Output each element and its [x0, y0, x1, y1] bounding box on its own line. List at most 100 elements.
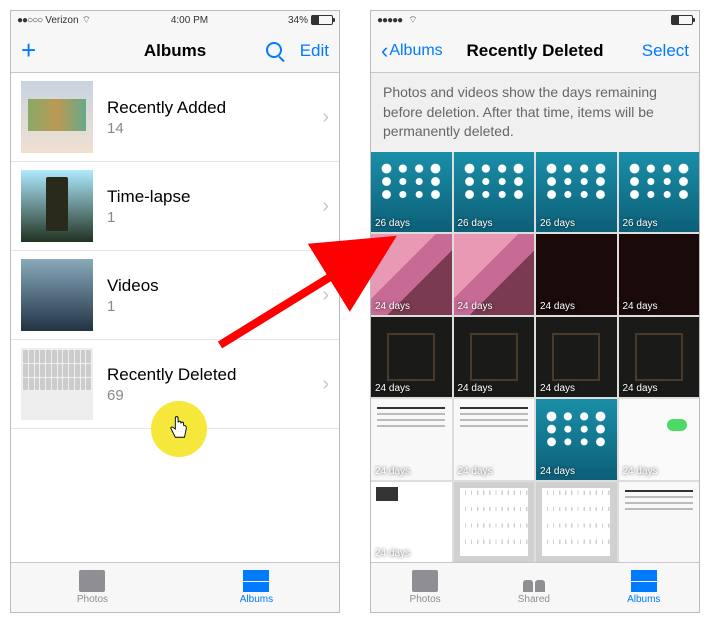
photo-cell[interactable] — [619, 482, 700, 563]
edit-button[interactable]: Edit — [300, 41, 329, 61]
chevron-right-icon: › — [322, 373, 329, 396]
tab-bar: Photos Albums — [11, 562, 339, 612]
photo-cell[interactable]: 24 days — [536, 399, 617, 480]
days-badge: 26 days — [540, 218, 575, 229]
signal-dots-icon: ●●●●● — [377, 15, 402, 26]
days-badge: 24 days — [623, 466, 658, 477]
wifi-icon: ⌔ — [408, 14, 417, 27]
tab-label: Albums — [240, 594, 273, 605]
album-count: 1 — [107, 298, 322, 315]
photo-cell[interactable]: 26 days — [619, 152, 700, 233]
tab-label: Shared — [518, 594, 550, 605]
photo-cell[interactable]: 26 days — [536, 152, 617, 233]
album-name: Time-lapse — [107, 187, 322, 207]
photo-cell[interactable]: 24 days — [536, 317, 617, 398]
tab-albums[interactable]: Albums — [627, 570, 660, 605]
album-thumbnail — [21, 170, 93, 242]
album-thumbnail — [21, 259, 93, 331]
days-badge: 24 days — [540, 383, 575, 394]
photo-cell[interactable]: 24 days — [371, 482, 452, 563]
album-name: Recently Added — [107, 98, 322, 118]
back-button[interactable]: ‹ Albums — [381, 40, 443, 62]
albums-icon — [631, 570, 657, 592]
tab-shared[interactable]: Shared — [518, 570, 550, 605]
album-list: Recently Added 14 › Time-lapse 1 › Video… — [11, 73, 339, 562]
status-bar: ●●○○○ Verizon ⌔ 4:00 PM 34% — [11, 11, 339, 29]
album-name: Videos — [107, 276, 322, 296]
photo-cell[interactable]: 24 days — [371, 234, 452, 315]
days-badge: 26 days — [375, 218, 410, 229]
days-badge: 24 days — [458, 301, 493, 312]
tab-albums[interactable]: Albums — [240, 570, 273, 605]
tab-photos[interactable]: Photos — [77, 570, 108, 605]
tab-label: Photos — [410, 594, 441, 605]
days-badge: 24 days — [458, 383, 493, 394]
photo-cell[interactable]: 24 days — [371, 399, 452, 480]
battery-percent: 34% — [288, 15, 308, 26]
photo-cell[interactable]: 24 days — [619, 399, 700, 480]
tab-label: Albums — [627, 594, 660, 605]
back-label: Albums — [389, 42, 442, 60]
shared-icon — [521, 570, 547, 592]
photo-grid: 26 days 26 days 26 days 26 days 24 days … — [371, 152, 699, 563]
album-thumbnail — [21, 348, 93, 420]
days-badge: 24 days — [540, 301, 575, 312]
tab-photos[interactable]: Photos — [410, 570, 441, 605]
nav-bar: ‹ Albums Recently Deleted Select — [371, 29, 699, 73]
photo-cell[interactable]: 24 days — [371, 317, 452, 398]
days-badge: 24 days — [375, 466, 410, 477]
photo-cell[interactable]: 24 days — [454, 234, 535, 315]
days-badge: 24 days — [375, 548, 410, 559]
days-badge: 24 days — [540, 466, 575, 477]
album-count: 1 — [107, 209, 322, 226]
album-count: 14 — [107, 120, 322, 137]
info-banner: Photos and videos show the days remainin… — [371, 73, 699, 152]
photos-icon — [79, 570, 105, 592]
carrier-label: Verizon — [45, 15, 78, 26]
photo-cell[interactable]: 24 days — [454, 317, 535, 398]
days-badge: 24 days — [375, 383, 410, 394]
album-thumbnail — [21, 81, 93, 153]
chevron-left-icon: ‹ — [381, 40, 388, 62]
photos-icon — [412, 570, 438, 592]
signal-dots-icon: ●●○○○ — [17, 15, 42, 26]
wifi-icon: ⌔ — [82, 14, 91, 27]
tab-bar: Photos Shared Albums — [371, 562, 699, 612]
days-badge: 24 days — [623, 383, 658, 394]
photo-cell[interactable]: 24 days — [619, 234, 700, 315]
tab-label: Photos — [77, 594, 108, 605]
search-icon[interactable] — [266, 42, 284, 60]
days-badge: 24 days — [375, 301, 410, 312]
nav-bar: + Albums Edit — [11, 29, 339, 73]
days-badge: 24 days — [623, 301, 658, 312]
photo-cell[interactable]: 24 days — [536, 234, 617, 315]
album-name: Recently Deleted — [107, 365, 322, 385]
photo-cell[interactable]: 26 days — [454, 152, 535, 233]
battery-icon — [311, 15, 333, 25]
photo-cell[interactable]: 26 days — [371, 152, 452, 233]
select-button[interactable]: Select — [642, 41, 689, 61]
days-badge: 26 days — [458, 218, 493, 229]
albums-icon — [243, 570, 269, 592]
clock: 4:00 PM — [171, 15, 208, 26]
albums-screen: ●●○○○ Verizon ⌔ 4:00 PM 34% + Albums Edi… — [10, 10, 340, 613]
chevron-right-icon: › — [322, 195, 329, 218]
photo-cell[interactable] — [536, 482, 617, 563]
days-badge: 26 days — [623, 218, 658, 229]
status-bar: ●●●●● ⌔ — [371, 11, 699, 29]
battery-icon — [671, 15, 693, 25]
photo-cell[interactable] — [454, 482, 535, 563]
album-row-videos[interactable]: Videos 1 › — [11, 251, 339, 340]
nav-title: Recently Deleted — [467, 41, 604, 61]
photo-cell[interactable]: 24 days — [454, 399, 535, 480]
album-row-time-lapse[interactable]: Time-lapse 1 › — [11, 162, 339, 251]
photo-cell[interactable]: 24 days — [619, 317, 700, 398]
album-row-recently-added[interactable]: Recently Added 14 › — [11, 73, 339, 162]
chevron-right-icon: › — [322, 106, 329, 129]
recently-deleted-screen: ●●●●● ⌔ ‹ Albums Recently Deleted Select… — [370, 10, 700, 613]
nav-title: Albums — [144, 41, 206, 61]
add-album-button[interactable]: + — [21, 35, 36, 66]
days-badge: 24 days — [458, 466, 493, 477]
album-row-recently-deleted[interactable]: Recently Deleted 69 › — [11, 340, 339, 429]
chevron-right-icon: › — [322, 284, 329, 307]
